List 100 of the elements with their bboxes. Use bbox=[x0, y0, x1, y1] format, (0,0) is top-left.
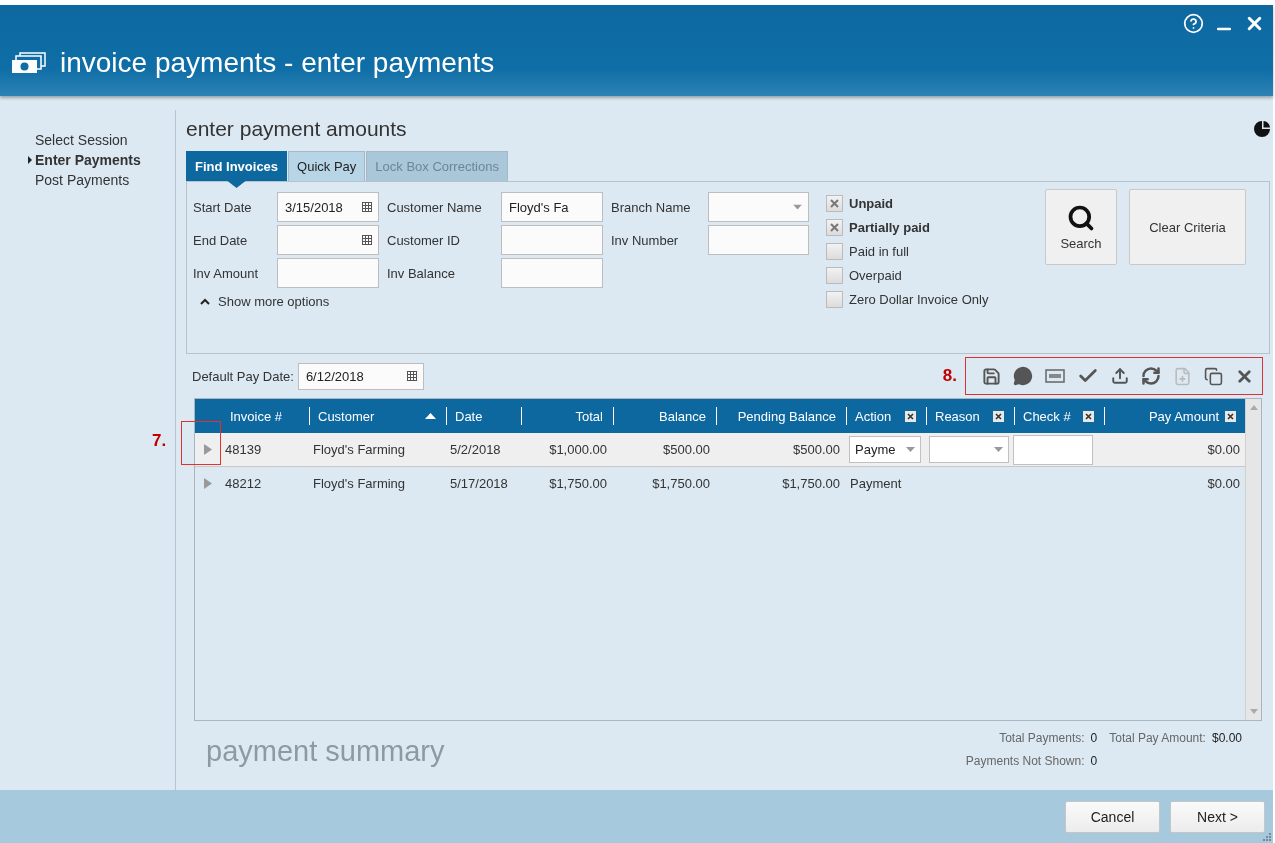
pie-chart-icon[interactable] bbox=[1254, 121, 1270, 137]
total-label: Payments Not Shown: bbox=[965, 754, 1085, 768]
upload-icon[interactable] bbox=[1111, 367, 1129, 385]
text-field[interactable] bbox=[501, 258, 603, 288]
tab[interactable]: Find Invoices bbox=[186, 151, 288, 188]
checkbox[interactable] bbox=[826, 219, 843, 236]
table-cell-text: 48212 bbox=[224, 476, 263, 491]
table-cell-text: 48139 bbox=[224, 442, 263, 457]
calendar-icon[interactable] bbox=[362, 202, 372, 212]
date-field[interactable] bbox=[277, 225, 379, 255]
table-row[interactable]: 48139 Floyd's Farming 5/2/2018 $1,000.00 $500.00 $500.00 Payme $0.00 bbox=[195, 433, 1245, 467]
calendar-icon[interactable] bbox=[406, 371, 417, 381]
sort-icon[interactable] bbox=[425, 413, 436, 419]
date-field[interactable]: 3/15/2018 bbox=[277, 192, 379, 222]
callout-number: 7. bbox=[152, 431, 167, 451]
column-header[interactable]: Check # bbox=[1023, 408, 1071, 424]
column-header[interactable]: Pending Balance bbox=[737, 408, 836, 424]
step-item[interactable]: Post Payments bbox=[28, 172, 175, 188]
search-icon bbox=[1067, 203, 1095, 232]
remove-column-icon[interactable] bbox=[993, 410, 1004, 422]
field-label: Start Date bbox=[192, 199, 252, 215]
text-field[interactable] bbox=[708, 225, 809, 255]
show-more-link[interactable]: Show more options bbox=[218, 294, 330, 309]
money-icon bbox=[12, 52, 46, 74]
save-icon[interactable] bbox=[982, 366, 1001, 386]
table-cell-text: $1,000.00 bbox=[548, 442, 608, 457]
card-icon[interactable] bbox=[1045, 369, 1065, 383]
expand-icon[interactable] bbox=[204, 444, 212, 455]
date-field[interactable]: 6/12/2018 bbox=[297, 362, 424, 390]
text-field[interactable]: Floyd's Fa bbox=[501, 192, 603, 222]
expand-icon[interactable] bbox=[204, 478, 212, 489]
cross-mark-icon bbox=[830, 199, 839, 208]
help-icon[interactable] bbox=[1183, 13, 1204, 34]
column-header[interactable]: Invoice # bbox=[230, 408, 283, 424]
cancel-button[interactable]: Cancel bbox=[1065, 800, 1160, 833]
table-cell-text: $0.00 bbox=[1206, 442, 1241, 457]
next-button[interactable]: Next > bbox=[1170, 800, 1265, 833]
caret-icon[interactable] bbox=[994, 447, 1003, 452]
column-header[interactable]: Date bbox=[455, 408, 483, 424]
step-item[interactable]: Select Session bbox=[28, 132, 175, 148]
resize-grip-icon[interactable] bbox=[1263, 833, 1271, 841]
documents-icon[interactable] bbox=[1204, 366, 1223, 386]
checkbox[interactable] bbox=[826, 291, 843, 308]
total-label: Total Payments: bbox=[999, 731, 1085, 745]
field-label: Inv Balance bbox=[386, 265, 455, 281]
field-label: End Date bbox=[192, 232, 248, 248]
field-label: Inv Amount bbox=[192, 265, 259, 281]
checkbox-label: Partially paid bbox=[849, 220, 930, 235]
checkbox[interactable] bbox=[826, 195, 843, 212]
step-item[interactable]: Enter Payments bbox=[28, 152, 175, 168]
table-cell-text: $500.00 bbox=[662, 442, 711, 457]
column-header[interactable]: Balance bbox=[659, 408, 706, 424]
highlight-frame bbox=[181, 421, 221, 465]
clear-button[interactable]: Clear Criteria bbox=[1129, 189, 1246, 265]
column-header[interactable]: Action bbox=[855, 408, 892, 424]
checkbox[interactable] bbox=[826, 267, 843, 284]
total-value: 0 bbox=[1090, 731, 1098, 745]
table-cell-text: Floyd's Farming bbox=[312, 476, 407, 491]
checkbox-label: Overpaid bbox=[849, 268, 902, 283]
total-value: $0.00 bbox=[1211, 731, 1242, 745]
column-header[interactable]: Reason bbox=[935, 408, 980, 424]
table-cell-text: $1,750.00 bbox=[548, 476, 608, 491]
field-label: Customer Name bbox=[386, 199, 482, 215]
column-header[interactable]: Total bbox=[575, 408, 603, 424]
checkbox-label: Unpaid bbox=[849, 196, 894, 211]
cell-dropdown[interactable] bbox=[929, 436, 1009, 463]
field-label: Branch Name bbox=[610, 199, 691, 215]
checkbox-label: Zero Dollar Invoice Only bbox=[849, 292, 989, 307]
table-cell-text: 5/2/2018 bbox=[449, 442, 502, 457]
tab[interactable]: Quick Pay bbox=[288, 151, 366, 181]
window-title: invoice payments - enter payments bbox=[60, 47, 495, 79]
cross-mark-icon bbox=[830, 223, 839, 232]
column-header[interactable]: Customer bbox=[318, 408, 375, 424]
table-row[interactable]: 48212 Floyd's Farming 5/17/2018 $1,750.00 $1,750.00 $1,750.00 Payment $0.00 bbox=[195, 467, 1245, 501]
page-title: enter payment amounts bbox=[186, 117, 407, 141]
refresh-icon[interactable] bbox=[1141, 366, 1161, 386]
table-cell-text: Floyd's Farming bbox=[312, 442, 407, 457]
field-label: Customer ID bbox=[386, 232, 460, 248]
checkbox[interactable] bbox=[826, 243, 843, 260]
total-value: 0 bbox=[1090, 754, 1098, 768]
column-header[interactable]: Pay Amount bbox=[1148, 408, 1219, 424]
search-button[interactable]: Search bbox=[1045, 189, 1117, 265]
cell-dropdown[interactable]: Payme bbox=[849, 436, 921, 463]
callout-number: 8. bbox=[942, 366, 957, 386]
remove-column-icon[interactable] bbox=[1083, 410, 1094, 422]
calendar-icon[interactable] bbox=[362, 235, 372, 245]
table-cell-text: Payment bbox=[849, 476, 903, 491]
chat-bubble-icon[interactable] bbox=[1013, 366, 1033, 386]
checkbox-label: Paid in full bbox=[849, 244, 909, 259]
remove-column-icon[interactable] bbox=[905, 410, 916, 422]
field-label: Inv Number bbox=[610, 232, 679, 248]
table-cell-text: $500.00 bbox=[792, 442, 841, 457]
cell-input[interactable] bbox=[1013, 434, 1093, 465]
table-cell-text: $1,750.00 bbox=[651, 476, 711, 491]
caret-icon[interactable] bbox=[906, 447, 915, 452]
chevron-up-icon[interactable] bbox=[200, 298, 210, 305]
remove-column-icon[interactable] bbox=[1225, 410, 1236, 422]
text-field[interactable] bbox=[501, 225, 603, 255]
caret-icon[interactable] bbox=[793, 204, 802, 210]
text-field[interactable] bbox=[277, 258, 379, 288]
